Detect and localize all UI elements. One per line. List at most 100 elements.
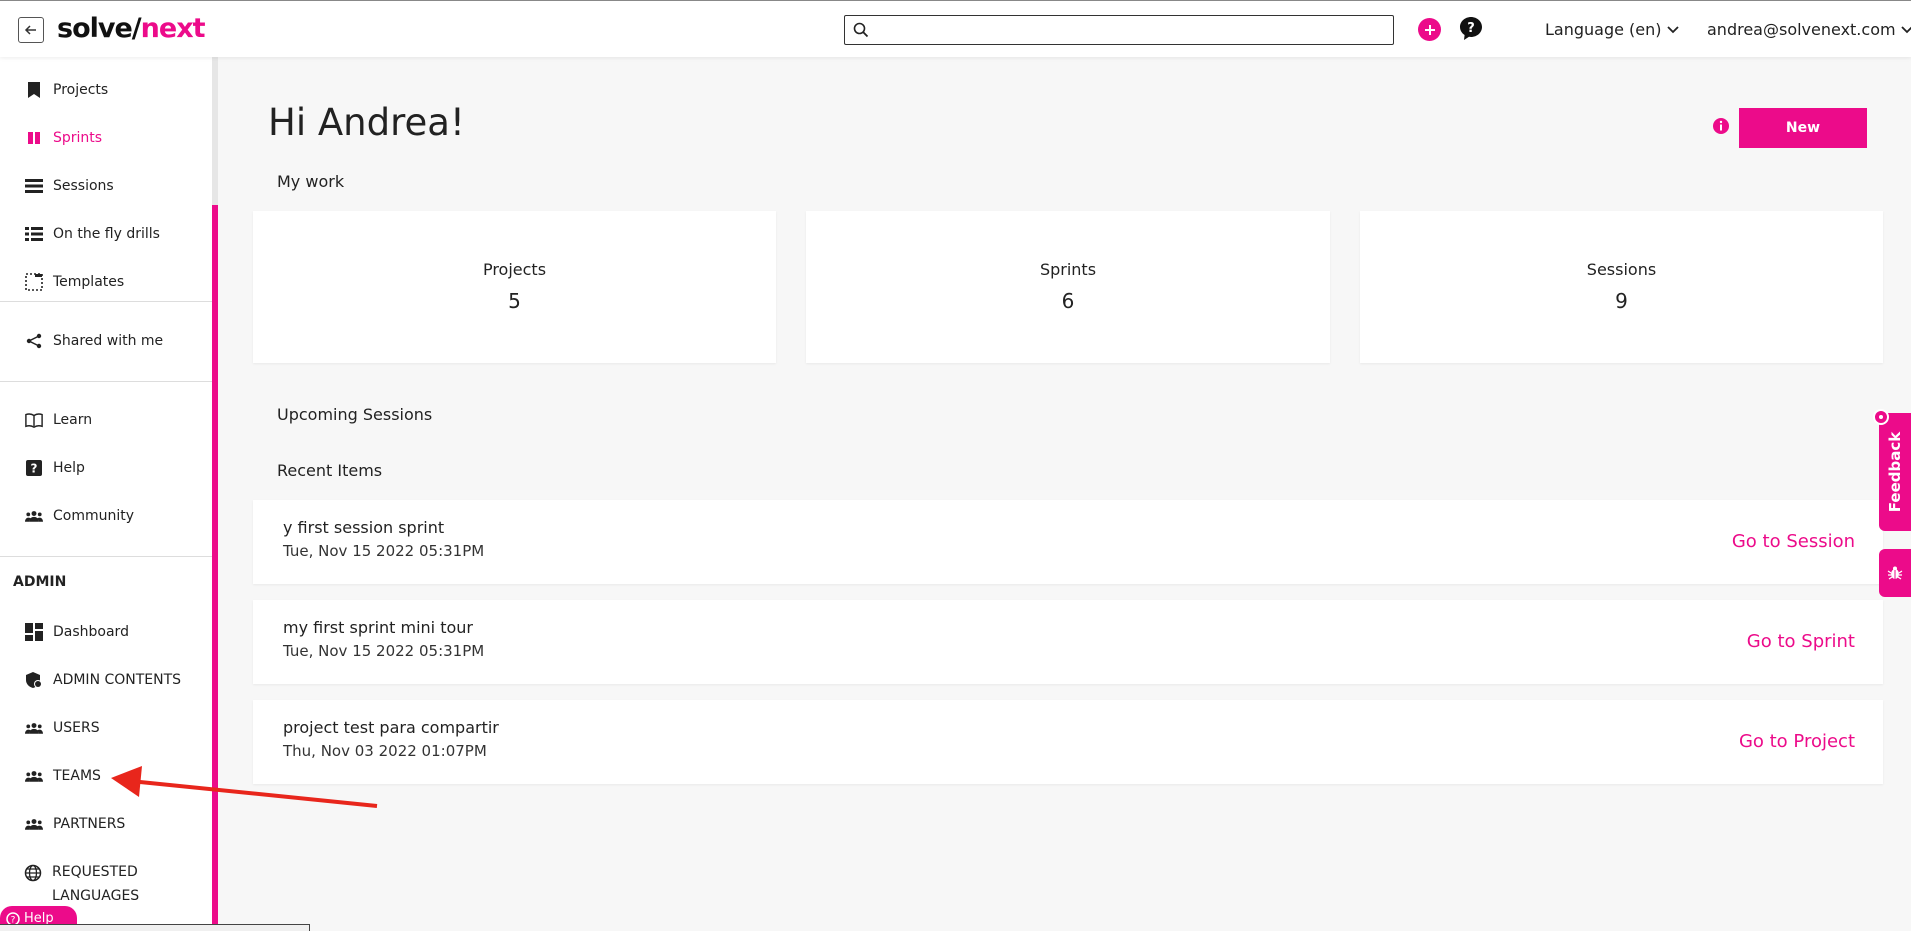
recent-item-title: y first session sprint xyxy=(283,518,445,537)
dashboard-icon xyxy=(25,623,43,641)
search-icon xyxy=(853,22,869,38)
page-title: Hi Andrea! xyxy=(268,101,465,144)
language-label: Language (en) xyxy=(1545,20,1662,39)
globe-icon xyxy=(24,864,42,882)
feedback-tab[interactable]: Feedback xyxy=(1879,413,1911,531)
sidebar-item-label: Shared with me xyxy=(53,333,164,349)
sidebar-item-label: TEAMS xyxy=(53,768,101,784)
feedback-label: Feedback xyxy=(1886,431,1905,513)
bookmark-icon xyxy=(25,81,43,99)
stat-value: 9 xyxy=(1615,289,1628,313)
template-icon xyxy=(25,273,43,291)
chevron-down-icon xyxy=(1666,25,1679,33)
top-bar: solve/next ? Language (en) andrea@solven… xyxy=(0,0,1911,57)
stat-card-sprints[interactable]: Sprints 6 xyxy=(806,211,1330,363)
logo-slash: / xyxy=(131,13,142,44)
admin-heading: ADMIN xyxy=(13,574,67,590)
shield-icon xyxy=(25,671,43,689)
logo[interactable]: solve/next xyxy=(57,13,206,44)
go-to-session-link[interactable]: Go to Session xyxy=(1732,531,1855,552)
sidebar: Projects Sprints Sessions On the fly dri… xyxy=(0,57,212,931)
upcoming-sessions-heading: Upcoming Sessions xyxy=(277,405,433,424)
sidebar-item-admin-contents[interactable]: ADMIN CONTENTS xyxy=(0,660,212,700)
group-icon xyxy=(25,719,43,737)
list-bullet-icon xyxy=(25,225,43,243)
sidebar-item-label: Dashboard xyxy=(53,624,129,640)
go-to-sprint-link[interactable]: Go to Sprint xyxy=(1747,631,1855,652)
feedback-close-icon[interactable] xyxy=(1873,409,1889,425)
info-icon[interactable] xyxy=(1712,117,1730,139)
group-icon xyxy=(25,507,43,525)
list-icon xyxy=(25,177,43,195)
book-icon xyxy=(25,411,43,429)
stat-label: Projects xyxy=(482,260,547,279)
user-email: andrea@solvenext.com xyxy=(1707,20,1896,39)
sidebar-item-learn[interactable]: Learn xyxy=(0,400,212,440)
recent-item-date: Tue, Nov 15 2022 05:31PM xyxy=(283,542,485,560)
language-selector[interactable]: Language (en) xyxy=(1545,20,1680,39)
sidebar-item-teams[interactable]: TEAMS xyxy=(0,756,212,796)
question-bubble-icon: ? xyxy=(1460,17,1482,40)
sidebar-item-users[interactable]: USERS xyxy=(0,708,212,748)
logo-text-next: next xyxy=(140,13,206,44)
stat-card-sessions[interactable]: Sessions 9 xyxy=(1360,211,1883,363)
help-button[interactable]: ? xyxy=(1459,16,1483,42)
back-button[interactable] xyxy=(18,17,44,43)
search-input[interactable] xyxy=(844,15,1394,45)
new-button[interactable]: New xyxy=(1739,108,1867,148)
stat-label: Sprints xyxy=(1039,260,1097,279)
sidebar-item-label: Sprints xyxy=(53,130,103,146)
sidebar-item-partners[interactable]: PARTNERS xyxy=(0,804,212,844)
group-icon xyxy=(25,815,43,833)
sidebar-item-label: REQUESTED LANGUAGES xyxy=(52,864,140,904)
svg-text:?: ? xyxy=(31,462,38,476)
group-icon xyxy=(25,767,43,785)
go-to-project-link[interactable]: Go to Project xyxy=(1739,731,1855,752)
recent-items-heading: Recent Items xyxy=(277,461,383,480)
sidebar-item-label: ADMIN CONTENTS xyxy=(53,672,182,688)
my-work-heading: My work xyxy=(277,172,345,191)
list-item: my first sprint mini tour Tue, Nov 15 20… xyxy=(253,600,1883,684)
sidebar-item-label: Projects xyxy=(53,82,109,98)
recent-item-date: Thu, Nov 03 2022 01:07PM xyxy=(283,742,487,760)
sidebar-item-community[interactable]: Community xyxy=(0,496,212,536)
svg-text:?: ? xyxy=(1467,21,1475,36)
sidebar-item-on-the-fly-drills[interactable]: On the fly drills xyxy=(0,214,212,254)
sidebar-item-shared-with-me[interactable]: Shared with me xyxy=(0,321,212,361)
logo-text-solve: solve xyxy=(57,13,133,44)
recent-item-title: my first sprint mini tour xyxy=(283,618,473,637)
sidebar-item-label: Learn xyxy=(53,412,93,428)
sidebar-item-label: Help xyxy=(53,460,85,476)
stat-label: Sessions xyxy=(1586,260,1657,279)
chevron-down-icon xyxy=(1900,25,1911,33)
sidebar-item-sprints[interactable]: Sprints xyxy=(0,118,212,158)
stat-value: 5 xyxy=(508,289,521,313)
sidebar-item-dashboard[interactable]: Dashboard xyxy=(0,612,212,652)
sidebar-item-label: Sessions xyxy=(53,178,114,194)
sidebar-item-projects[interactable]: Projects xyxy=(0,70,212,110)
bug-icon xyxy=(1887,566,1903,580)
status-bar xyxy=(0,924,310,931)
list-item: project test para compartir Thu, Nov 03 … xyxy=(253,700,1883,784)
sidebar-item-templates[interactable]: Templates xyxy=(0,262,212,302)
sidebar-divider xyxy=(0,381,212,382)
user-menu[interactable]: andrea@solvenext.com xyxy=(1707,20,1911,39)
recent-item-date: Tue, Nov 15 2022 05:31PM xyxy=(283,642,485,660)
sidebar-item-label: On the fly drills xyxy=(53,226,160,242)
stat-card-projects[interactable]: Projects 5 xyxy=(253,211,776,363)
recent-item-title: project test para compartir xyxy=(283,718,499,737)
sidebar-item-label: USERS xyxy=(53,720,100,736)
sidebar-divider xyxy=(0,556,212,557)
bug-report-button[interactable] xyxy=(1879,549,1911,597)
sidebar-item-requested-languages[interactable]: REQUESTED LANGUAGES xyxy=(0,860,150,908)
add-button[interactable] xyxy=(1418,18,1441,41)
sidebar-divider xyxy=(0,301,212,302)
plus-icon xyxy=(1424,24,1435,35)
arrow-left-icon xyxy=(24,25,36,35)
sidebar-item-label: Templates xyxy=(53,274,125,290)
sidebar-item-sessions[interactable]: Sessions xyxy=(0,166,212,206)
question-icon: ? xyxy=(25,459,43,477)
sprint-icon xyxy=(25,129,43,147)
sidebar-item-help[interactable]: ? Help xyxy=(0,448,212,488)
sidebar-scrollbar-thumb[interactable] xyxy=(212,205,218,931)
